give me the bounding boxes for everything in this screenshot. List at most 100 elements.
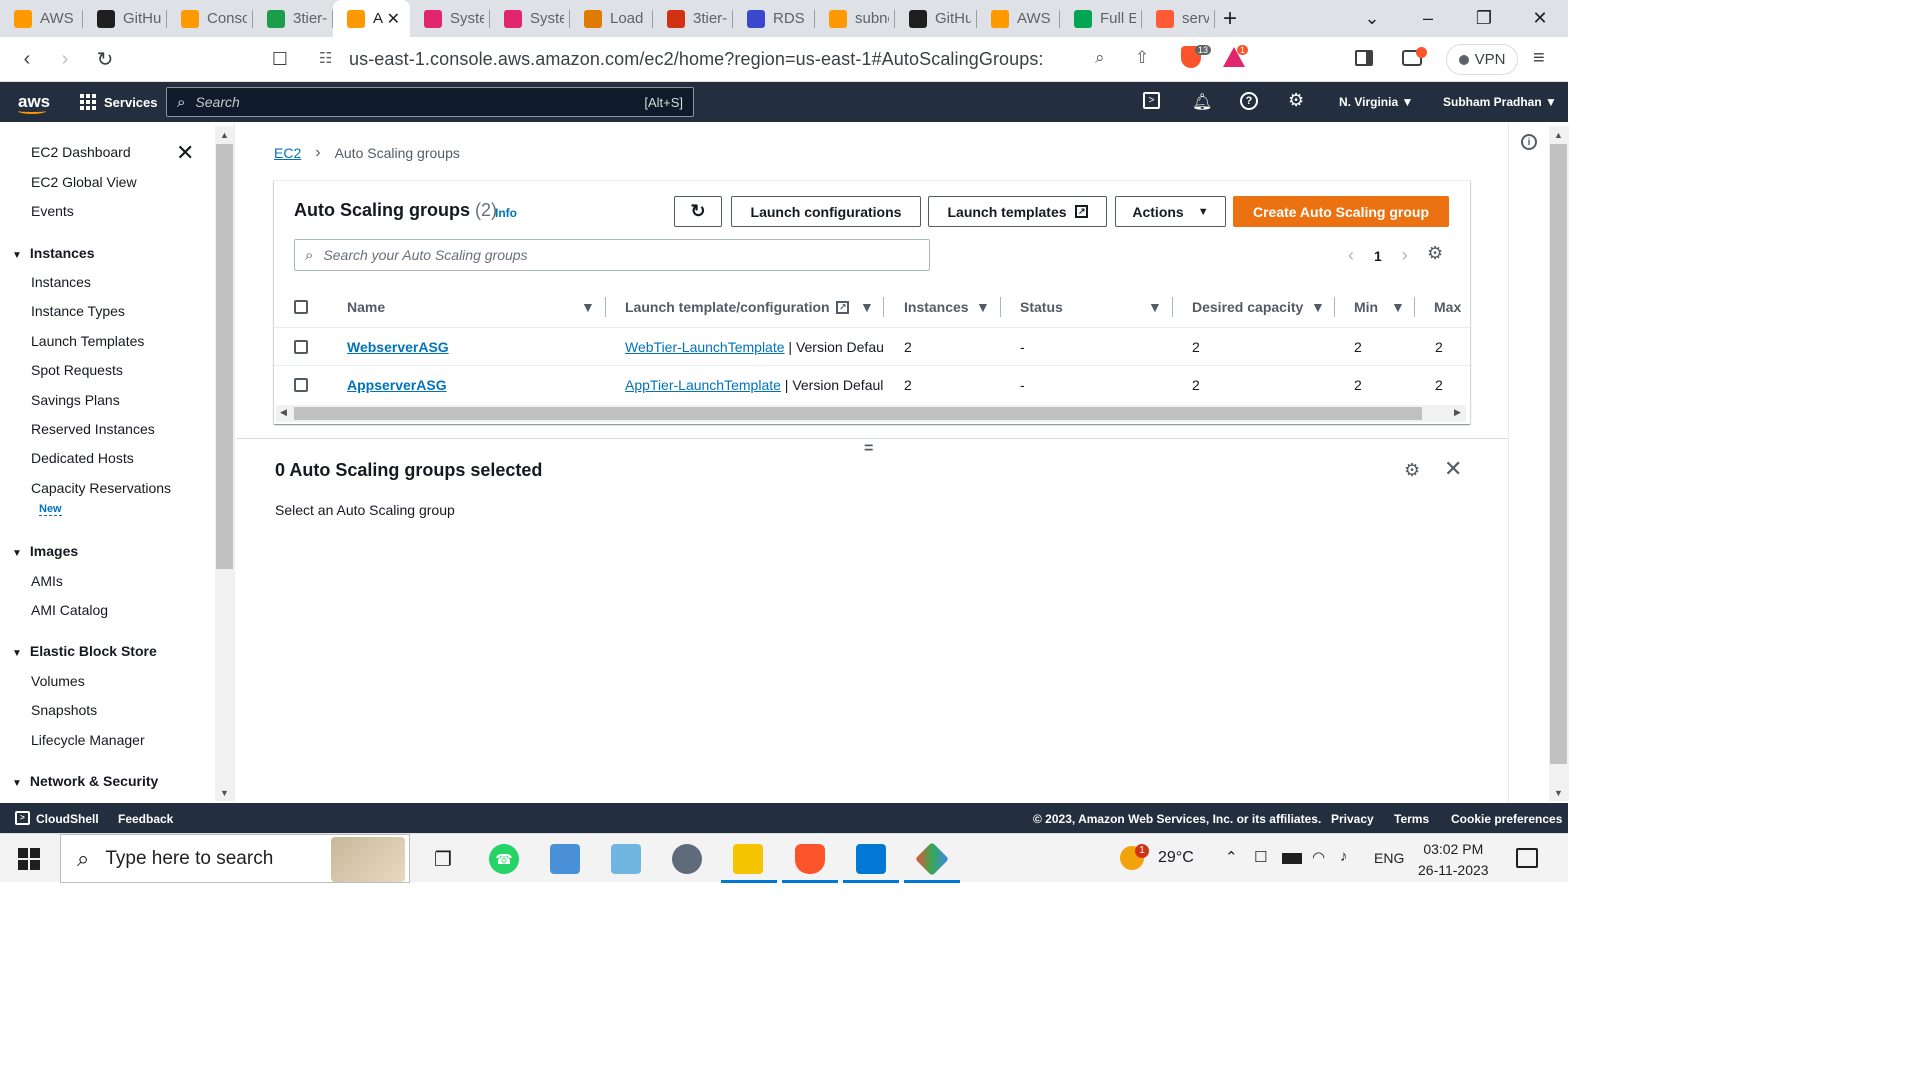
row-checkbox[interactable] <box>294 340 308 354</box>
notifications-bell-icon[interactable]: 🔔︎ <box>1192 92 1212 112</box>
prev-page-icon[interactable]: ‹ <box>1348 245 1354 266</box>
sidebar-item[interactable]: AMI Catalog <box>31 602 108 618</box>
column-divider[interactable] <box>1000 297 1001 317</box>
sidebar-scrollbar[interactable]: ▲ ▼ <box>215 126 234 801</box>
terms-link[interactable]: Terms <box>1394 812 1429 826</box>
volume-icon[interactable]: ♪ <box>1340 848 1348 865</box>
camera-app-icon[interactable] <box>672 844 702 874</box>
sort-caret-icon[interactable]: ▼ <box>581 287 595 327</box>
launch-configurations-button[interactable]: Launch configurations <box>731 196 921 227</box>
site-info-icon[interactable]: ☷ <box>319 49 332 67</box>
sidebar-section-header[interactable]: ▼ Images <box>12 543 78 559</box>
task-view-icon[interactable]: ❐ <box>428 844 458 874</box>
browser-tab[interactable]: RDS <box>733 0 815 37</box>
sidebar-section-header[interactable]: ▼ Network & Security <box>12 773 158 789</box>
aws-search-box[interactable]: ⌕ [Alt+S] <box>166 87 694 117</box>
column-header[interactable]: Name <box>347 287 385 327</box>
close-sidebar-icon[interactable]: ✕ <box>176 140 194 166</box>
info-circle-icon[interactable]: i <box>1521 134 1537 150</box>
wifi-icon[interactable]: ◠ <box>1312 848 1325 866</box>
sidebar-item[interactable]: Instances <box>31 274 91 290</box>
language-indicator[interactable]: ENG <box>1374 850 1404 866</box>
browser-tab[interactable]: Consc <box>167 0 253 37</box>
column-divider[interactable] <box>1172 297 1173 317</box>
privacy-link[interactable]: Privacy <box>1331 812 1374 826</box>
table-row[interactable]: AppserverASG AppTier-LaunchTemplate | Ver… <box>274 365 1470 403</box>
file-explorer-icon[interactable] <box>733 844 763 874</box>
sidebar-item[interactable]: Launch Templates <box>31 333 144 349</box>
reload-icon[interactable]: ↻ <box>85 39 125 79</box>
sidebar-item[interactable]: Snapshots <box>31 702 97 718</box>
taskbar-clock[interactable]: 03:02 PM 26-11-2023 <box>1418 839 1489 881</box>
zoom-icon[interactable]: ⌕ <box>1095 48 1105 68</box>
settings-gear-icon[interactable]: ⚙ <box>1288 90 1304 111</box>
sidebar-scroll-thumb[interactable] <box>216 144 233 569</box>
sidebar-item[interactable]: Dedicated Hosts <box>31 450 134 466</box>
taskbar-search-box[interactable]: ⌕ <box>60 834 410 883</box>
sidebar-item[interactable]: Reserved Instances <box>31 421 155 437</box>
scroll-up-icon[interactable]: ▲ <box>220 130 229 140</box>
browser-tab[interactable]: Full E <box>1060 0 1142 37</box>
close-tab-icon[interactable]: ✕ <box>383 9 404 29</box>
sidebar-link[interactable]: Events <box>31 203 74 219</box>
launch-template-link[interactable]: AppTier-LaunchTemplate <box>625 377 781 393</box>
help-icon[interactable]: ? <box>1240 92 1258 110</box>
photos-app-icon[interactable] <box>856 844 886 874</box>
tab-search-icon[interactable]: ⌄ <box>1344 8 1400 29</box>
row-checkbox[interactable] <box>294 378 308 392</box>
new-tab-icon[interactable]: + <box>1223 5 1237 33</box>
sort-caret-icon[interactable]: ▼ <box>1148 287 1162 327</box>
region-selector[interactable]: N. Virginia ▼ <box>1339 95 1413 109</box>
auto-scaling-search-box[interactable]: ⌕ <box>294 239 930 271</box>
browser-tab[interactable]: server <box>1142 0 1215 37</box>
actions-button[interactable]: Actions ▼ <box>1115 196 1226 227</box>
whatsapp-icon[interactable]: ☎ <box>489 844 519 874</box>
next-page-icon[interactable]: › <box>1402 245 1408 266</box>
current-page[interactable]: 1 <box>1374 248 1382 264</box>
sidebar-item[interactable]: AMIs <box>31 573 63 589</box>
browser-tab[interactable]: Syster <box>490 0 570 37</box>
sidebar-item[interactable]: Spot Requests <box>31 362 123 378</box>
select-all-checkbox[interactable] <box>294 300 308 314</box>
column-header[interactable]: Launch template/configuration ↗ <box>625 287 849 327</box>
share-icon[interactable]: ⇧ <box>1135 48 1149 68</box>
services-menu-button[interactable]: Services <box>80 94 158 110</box>
browser-tab[interactable]: 3tier- <box>253 0 333 37</box>
aws-search-input[interactable] <box>195 94 616 110</box>
column-header[interactable]: Max <box>1434 287 1461 327</box>
scroll-down-icon[interactable]: ▼ <box>220 788 229 798</box>
sidebar-item[interactable]: Volumes <box>31 673 85 689</box>
split-panel-resize-handle[interactable]: = <box>864 440 873 458</box>
create-auto-scaling-group-button[interactable]: Create Auto Scaling group <box>1233 196 1449 227</box>
cloudshell-footer-icon[interactable]: > <box>15 811 30 825</box>
sort-caret-icon[interactable]: ▼ <box>1311 287 1325 327</box>
sidebar-toggle-icon[interactable] <box>1355 50 1373 66</box>
page-scroll-thumb[interactable] <box>1550 144 1567 764</box>
launch-templates-button[interactable]: Launch templates ↗ <box>928 196 1107 227</box>
browser-tab[interactable]: AWS <box>977 0 1060 37</box>
info-link[interactable]: Info <box>495 206 517 220</box>
browser-tab[interactable]: 3tier- <box>653 0 733 37</box>
breadcrumb-ec2[interactable]: EC2 <box>274 145 301 161</box>
sort-caret-icon[interactable]: ▼ <box>1391 287 1405 327</box>
column-divider[interactable] <box>883 297 884 317</box>
table-horizontal-scrollbar[interactable]: ◀ ▶ <box>276 405 1466 422</box>
cloudshell-link[interactable]: CloudShell <box>36 812 99 826</box>
sidebar-section-header[interactable]: ▼ Instances <box>12 245 95 261</box>
browser-tab[interactable]: subne <box>815 0 895 37</box>
table-scroll-thumb[interactable] <box>294 407 1422 420</box>
sort-caret-icon[interactable]: ▼ <box>976 287 990 327</box>
bookmark-icon[interactable]: ☐ <box>260 39 300 79</box>
account-menu[interactable]: Subham Pradhan ▼ <box>1443 95 1557 109</box>
browser-tab[interactable]: Load <box>570 0 653 37</box>
git-app-icon[interactable] <box>915 842 949 876</box>
table-row[interactable]: WebserverASG WebTier-LaunchTemplate | Ver… <box>274 327 1470 365</box>
feedback-link[interactable]: Feedback <box>118 812 173 826</box>
sidebar-item[interactable]: Savings Plans <box>31 392 120 408</box>
notification-center-icon[interactable] <box>1516 848 1538 868</box>
back-icon[interactable]: ‹ <box>7 39 47 79</box>
browser-tab[interactable]: GitHu <box>895 0 977 37</box>
sidebar-item[interactable]: Lifecycle Manager <box>31 732 145 748</box>
forward-icon[interactable]: › <box>45 39 85 79</box>
table-settings-gear-icon[interactable]: ⚙ <box>1427 243 1443 264</box>
